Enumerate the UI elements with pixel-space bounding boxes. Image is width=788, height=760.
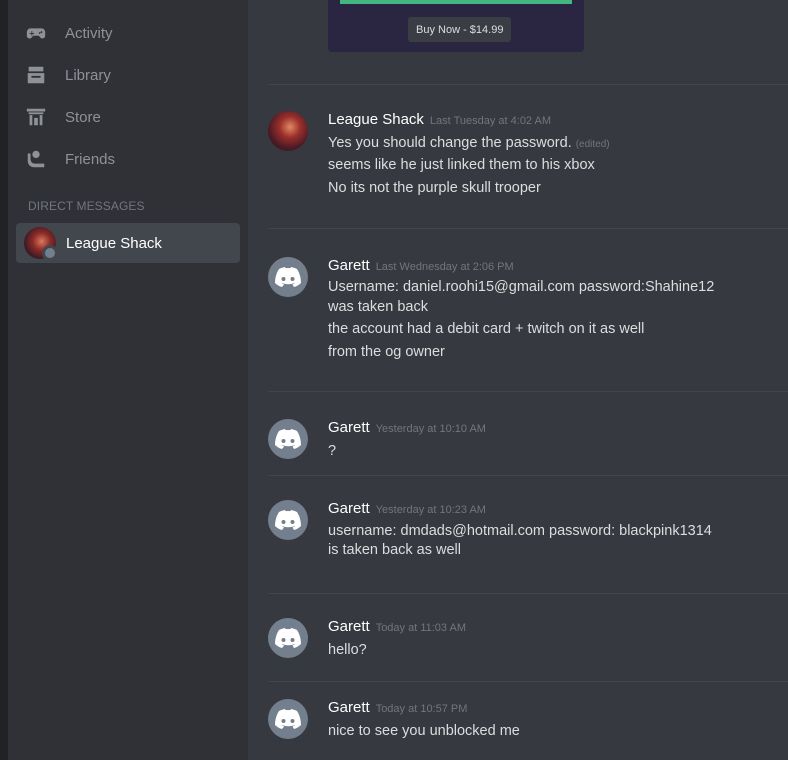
discord-logo-icon xyxy=(275,709,301,729)
avatar[interactable] xyxy=(268,618,308,658)
sidebar-item-friends[interactable]: Friends xyxy=(24,140,248,178)
message-line: seems like he just linked them to his xb… xyxy=(328,157,595,173)
discord-logo-icon xyxy=(275,429,301,449)
sidebar-item-store[interactable]: Store xyxy=(24,98,248,136)
message-author[interactable]: Garett xyxy=(328,699,370,716)
message-line: is taken back as well xyxy=(328,542,461,558)
avatar[interactable] xyxy=(268,699,308,739)
message-author[interactable]: Garett xyxy=(328,257,370,274)
avatar[interactable] xyxy=(268,111,308,151)
edited-label: (edited) xyxy=(575,139,610,150)
sidebar: Activity Library Store Friends DIRECT ME… xyxy=(8,0,248,760)
avatar[interactable] xyxy=(268,257,308,297)
message-line: nice to see you unblocked me xyxy=(328,723,520,739)
dm-name: League Shack xyxy=(66,234,162,252)
message-divider xyxy=(268,84,788,85)
discord-logo-icon xyxy=(275,628,301,648)
discord-logo-icon xyxy=(275,510,301,530)
message-divider xyxy=(268,228,788,229)
sidebar-item-activity[interactable]: Activity xyxy=(24,14,248,52)
message-line: ? xyxy=(328,443,337,459)
message-author[interactable]: Garett xyxy=(328,500,370,517)
message-line: the account had a debit card + twitch on… xyxy=(328,321,645,337)
embed-accent-bar xyxy=(340,0,572,4)
gamepad-icon xyxy=(24,21,48,45)
avatar[interactable] xyxy=(268,419,308,459)
library-icon xyxy=(24,63,48,87)
sidebar-item-label: Library xyxy=(65,66,111,84)
message-divider xyxy=(268,475,788,476)
message-line: username: dmdads@hotmail.com password: b… xyxy=(328,523,712,539)
friends-icon xyxy=(24,147,48,171)
message-timestamp: Yesterday at 10:23 AM xyxy=(375,504,486,516)
message-author[interactable]: Garett xyxy=(328,618,370,635)
sidebar-item-label: Activity xyxy=(65,24,113,42)
discord-logo-icon xyxy=(275,267,301,287)
status-indicator xyxy=(42,245,58,261)
message-line: Yes you should change the password. (edit… xyxy=(328,135,610,151)
message-divider xyxy=(268,681,788,682)
message-timestamp: Last Wednesday at 2:06 PM xyxy=(375,261,514,273)
message-line: hello? xyxy=(328,642,367,658)
message-timestamp: Yesterday at 10:10 AM xyxy=(375,423,486,435)
message-line: from the og owner xyxy=(328,344,445,360)
dm-item-league-shack[interactable]: League Shack xyxy=(16,223,240,263)
buy-now-button[interactable]: Buy Now - $14.99 xyxy=(408,17,512,42)
sidebar-item-label: Friends xyxy=(65,150,116,168)
message-timestamp: Today at 10:57 PM xyxy=(375,703,468,715)
sidebar-item-library[interactable]: Library xyxy=(24,56,248,94)
message-line: Username: daniel.roohi15@gmail.com passw… xyxy=(328,279,715,295)
sidebar-item-label: Store xyxy=(65,108,101,126)
message-line: was taken back xyxy=(328,299,428,315)
store-embed: Buy Now - $14.99 xyxy=(328,0,584,52)
message-author[interactable]: League Shack xyxy=(328,111,424,128)
avatar[interactable] xyxy=(268,500,308,540)
store-icon xyxy=(24,105,48,129)
message-timestamp: Last Tuesday at 4:02 AM xyxy=(429,115,551,127)
direct-messages-header: DIRECT MESSAGES xyxy=(28,199,145,213)
message-timestamp: Today at 11:03 AM xyxy=(375,622,466,634)
avatar xyxy=(24,227,58,261)
server-list-edge xyxy=(0,0,8,760)
message-author[interactable]: Garett xyxy=(328,419,370,436)
message-divider xyxy=(268,391,788,392)
message-divider xyxy=(268,593,788,594)
message-line: No its not the purple skull trooper xyxy=(328,180,541,196)
